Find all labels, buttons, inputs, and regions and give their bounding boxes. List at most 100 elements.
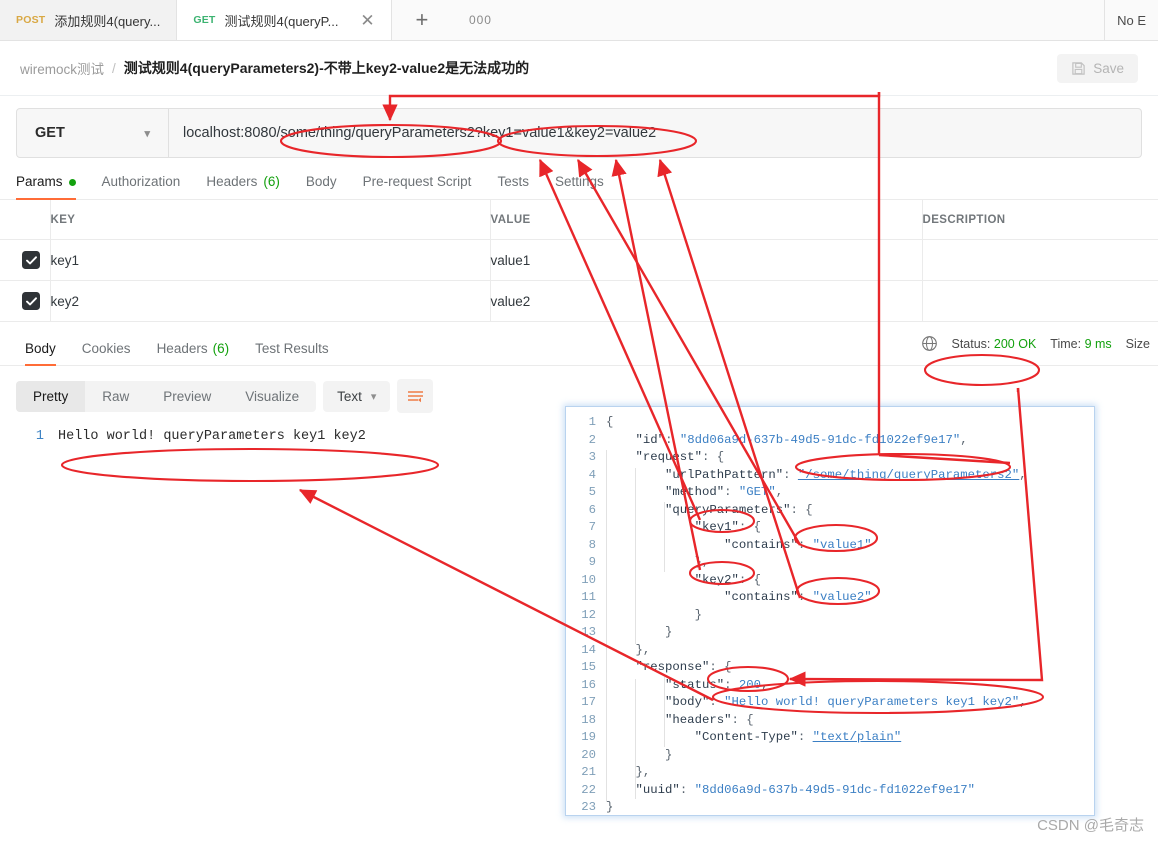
code-line-number: 13	[581, 625, 596, 639]
code-token-pun: :	[665, 432, 680, 447]
wrap-lines-icon	[407, 390, 423, 402]
code-line: "key2": {	[606, 572, 1094, 590]
code-line: "request": {	[606, 449, 1094, 467]
code-token-pun: : {	[709, 660, 732, 674]
param-description-cell[interactable]	[922, 280, 1158, 322]
code-token-pun: :	[783, 467, 798, 482]
breadcrumb-collection[interactable]: wiremock测试	[20, 58, 104, 78]
tab-title-label: 添加规则4(query...	[54, 13, 161, 29]
response-tabs: Body Cookies Headers (6) Test Results	[0, 322, 342, 366]
code-token-key: "request"	[635, 450, 702, 464]
code-line: "response": {	[606, 659, 1094, 677]
code-line-number: 11	[581, 590, 596, 604]
method-dropdown[interactable]: GET ▾	[17, 109, 169, 157]
column-header-value: VALUE	[490, 200, 923, 240]
plus-icon[interactable]: +	[392, 0, 452, 40]
code-token-pun: ,	[1019, 467, 1027, 482]
environment-selector[interactable]: No E	[1104, 0, 1158, 40]
tab-params-label: Params	[16, 174, 63, 189]
checkbox-checked-icon[interactable]	[22, 292, 40, 310]
row-checkbox-cell[interactable]	[0, 239, 50, 281]
tab-bar-spacer	[508, 0, 1104, 40]
param-key-cell[interactable]: key2	[49, 280, 491, 322]
code-token-key: "headers"	[665, 712, 732, 727]
response-meta: Status: 200 OK Time: 9 ms Size	[921, 335, 1158, 352]
code-line: "method": "GET",	[606, 484, 1094, 502]
tab-body[interactable]: Body	[293, 158, 350, 199]
tab-params[interactable]: Params	[16, 158, 89, 200]
param-key-cell[interactable]: key1	[49, 239, 491, 281]
code-content: { "id": "8dd06a9d-637b-49d5-91dc-fd1022e…	[606, 414, 1094, 815]
code-token-pun: : {	[790, 502, 813, 517]
code-token-pun: ,	[1019, 695, 1027, 709]
code-line: "id": "8dd06a9d-637b-49d5-91dc-fd1022ef9…	[606, 432, 1094, 450]
response-body-text: Hello world! queryParameters key1 key2	[58, 429, 366, 444]
code-token-pun: :	[724, 485, 739, 499]
response-tab-headers[interactable]: Headers (6)	[144, 322, 243, 365]
ellipsis-icon[interactable]: 000	[452, 0, 508, 40]
tab-pre-request-script[interactable]: Pre-request Script	[350, 158, 485, 199]
size-label: Size	[1125, 336, 1150, 351]
url-text: localhost:8080/some/thing/queryParameter…	[183, 125, 657, 141]
code-token-key: "body"	[665, 695, 710, 709]
column-header-checkbox	[0, 200, 50, 240]
code-line-number: 18	[581, 712, 596, 727]
code-token-pun: :	[709, 695, 725, 709]
table-row: key1 value1	[0, 239, 1158, 281]
stub-mapping-code-panel[interactable]: 1 2 3 4 5 6 7 8 9 10 11 12 13 14 15 16 17 18 19 20 21 22 23 { …	[565, 406, 1095, 816]
view-mode-raw[interactable]: Raw	[85, 381, 146, 412]
code-line: {	[606, 414, 1094, 432]
code-line: },	[606, 642, 1094, 660]
view-mode-preview[interactable]: Preview	[146, 381, 228, 412]
view-mode-visualize[interactable]: Visualize	[228, 381, 316, 412]
tab-post-request[interactable]: POST 添加规则4(query...	[0, 0, 178, 40]
code-token-str: "value1"	[812, 537, 872, 552]
code-line: "status": 200,	[606, 677, 1094, 695]
row-checkbox-cell[interactable]	[0, 280, 50, 322]
view-mode-pretty[interactable]: Pretty	[16, 380, 86, 412]
code-token-key: "method"	[665, 485, 725, 499]
code-token-pun: : {	[701, 450, 725, 464]
response-tab-cookies-label: Cookies	[81, 341, 131, 356]
tab-title-label: 测试规则4(queryP...	[224, 13, 339, 29]
response-tab-body[interactable]: Body	[12, 322, 69, 366]
code-token-pun: :	[679, 782, 695, 797]
save-button[interactable]: Save	[1057, 53, 1138, 83]
tab-tests[interactable]: Tests	[484, 158, 542, 199]
code-line-number: 10	[581, 572, 596, 587]
url-input[interactable]: localhost:8080/some/thing/queryParameter…	[169, 109, 1141, 157]
response-tab-cookies[interactable]: Cookies	[69, 322, 144, 365]
tab-bar: POST 添加规则4(query... GET 测试规则4(queryP... …	[0, 0, 1158, 41]
format-dropdown[interactable]: Text ▾	[323, 380, 391, 412]
tab-method-label: POST	[16, 14, 46, 26]
code-token-pun: },	[635, 765, 651, 779]
param-value-cell[interactable]: value2	[490, 280, 923, 322]
code-token-pun: ,	[775, 485, 784, 499]
param-description-cell[interactable]	[922, 239, 1158, 281]
code-token-key: "uuid"	[635, 782, 680, 797]
tab-get-request[interactable]: GET 测试规则4(queryP... ✕	[177, 0, 393, 40]
code-token-pun: :	[797, 537, 813, 552]
close-icon[interactable]: ✕	[359, 12, 375, 29]
tab-settings[interactable]: Settings	[542, 158, 617, 199]
wrap-lines-button[interactable]	[397, 379, 434, 413]
checkbox-checked-icon[interactable]	[22, 251, 40, 269]
chevron-down-icon: ▾	[144, 127, 150, 140]
tab-settings-label: Settings	[554, 174, 604, 189]
code-token-pun: }	[665, 747, 673, 762]
code-line: "headers": {	[606, 712, 1094, 730]
param-value-cell[interactable]: value1	[490, 239, 923, 281]
indent-guide	[635, 468, 636, 644]
tab-authorization[interactable]: Authorization	[89, 158, 194, 199]
globe-icon[interactable]	[921, 335, 938, 352]
code-token-str: "value2"	[812, 590, 872, 604]
tab-headers[interactable]: Headers (6)	[193, 158, 293, 199]
code-line-number: 17	[581, 695, 596, 709]
response-tab-test-results[interactable]: Test Results	[242, 322, 342, 365]
url-row: GET ▾ localhost:8080/some/thing/queryPar…	[0, 96, 1158, 158]
code-token-key: "contains"	[724, 537, 798, 552]
time-label: Time:	[1050, 336, 1082, 351]
code-token-pun: }	[606, 800, 614, 814]
request-header: wiremock测试 / 测试规则4(queryParameters2)-不带上…	[0, 41, 1158, 96]
view-mode-segmented: Pretty Raw Preview Visualize	[16, 380, 317, 412]
